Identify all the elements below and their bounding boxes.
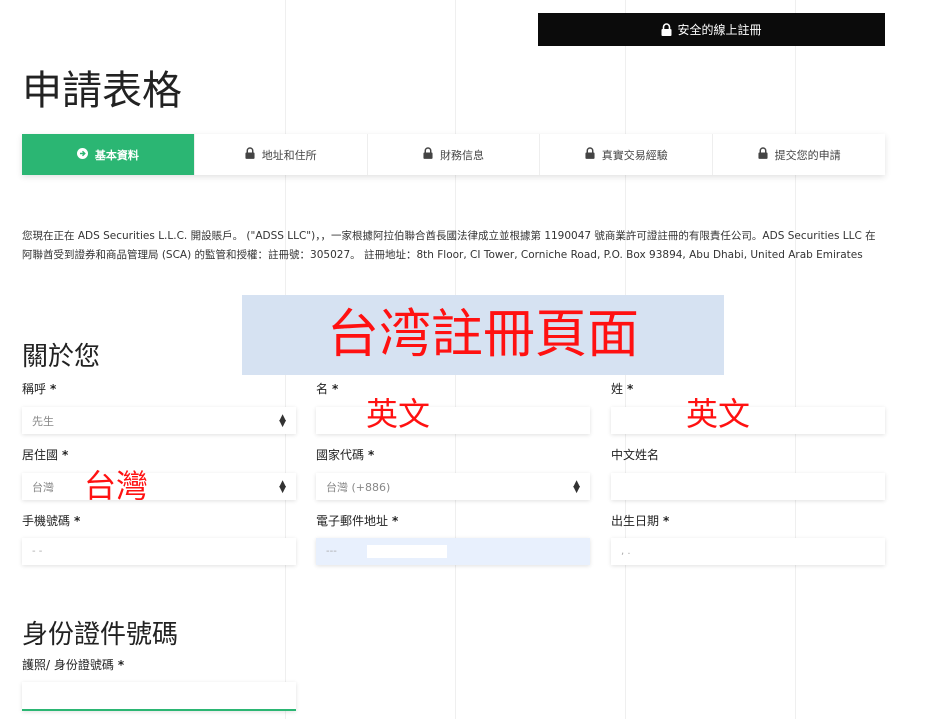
progress-steps: 基本資料 地址和住所 財務信息 真實交易經驗 提交您的申請 bbox=[22, 134, 885, 175]
chinese-name-label: 中文姓名 bbox=[611, 448, 660, 462]
redaction-mask bbox=[366, 545, 447, 558]
arrow-circle-icon bbox=[76, 147, 88, 162]
step-label: 基本資料 bbox=[94, 148, 139, 162]
step-label: 真實交易經驗 bbox=[601, 148, 668, 162]
company-disclosure-text: 您現在正在 ADS Securities L.L.C. 開設賬戶。 ("ADSS… bbox=[22, 230, 876, 261]
first-name-input[interactable] bbox=[316, 407, 590, 434]
country-annotation: 台灣 bbox=[84, 467, 149, 505]
gridline bbox=[795, 0, 796, 719]
dob-input[interactable]: , . bbox=[611, 538, 885, 565]
step-financial[interactable]: 財務信息 bbox=[368, 134, 541, 175]
lock-icon bbox=[245, 147, 255, 162]
lock-icon bbox=[423, 147, 433, 162]
step-address[interactable]: 地址和住所 bbox=[195, 134, 368, 175]
step-basic-info[interactable]: 基本資料 bbox=[22, 134, 195, 175]
select-arrows-icon: ▲ ▼ bbox=[279, 412, 286, 429]
lock-icon bbox=[585, 147, 595, 162]
last-name-annotation: 英文 bbox=[686, 395, 751, 433]
lock-icon bbox=[661, 23, 672, 36]
chinese-name-input[interactable] bbox=[611, 473, 885, 500]
select-arrows-icon: ▲ ▼ bbox=[279, 478, 286, 495]
dob-label: 出生日期 * bbox=[611, 514, 670, 528]
step-label: 提交您的申請 bbox=[774, 148, 841, 162]
passport-label: 護照/ 身份證號碼 * bbox=[22, 658, 125, 672]
first-name-annotation: 英文 bbox=[366, 395, 431, 433]
annotation-banner: 台湾註冊頁面 bbox=[242, 295, 724, 375]
lock-icon bbox=[758, 147, 768, 162]
last-name-label: 姓 * bbox=[611, 382, 634, 396]
step-submit[interactable]: 提交您的申請 bbox=[713, 134, 885, 175]
secure-registration-bar: 安全的線上註冊 bbox=[538, 13, 885, 46]
country-code-select[interactable]: 台灣 (+886) ▲ ▼ bbox=[316, 473, 590, 500]
page-title: 申請表格 bbox=[22, 68, 182, 114]
mobile-label: 手機號碼 * bbox=[22, 514, 81, 528]
first-name-label: 名 * bbox=[316, 382, 339, 396]
step-label: 財務信息 bbox=[439, 148, 484, 162]
section-heading-identity: 身份證件號碼 bbox=[22, 620, 179, 650]
select-arrows-icon: ▲ ▼ bbox=[573, 478, 580, 495]
country-label: 居住國 * bbox=[22, 448, 69, 462]
section-heading-about: 關於您 bbox=[22, 342, 101, 372]
title-select[interactable]: 先生 ▲ ▼ bbox=[22, 407, 296, 434]
step-trading-experience[interactable]: 真實交易經驗 bbox=[540, 134, 714, 175]
step-label: 地址和住所 bbox=[261, 148, 317, 162]
country-code-label: 國家代碼 * bbox=[316, 448, 375, 462]
passport-input[interactable] bbox=[22, 682, 296, 711]
country-select[interactable]: 台灣 ▲ ▼ bbox=[22, 473, 296, 500]
email-label: 電子郵件地址 * bbox=[316, 514, 399, 528]
email-input[interactable]: --- bbox=[316, 538, 590, 565]
title-label: 稱呼 * bbox=[22, 382, 57, 396]
mobile-input[interactable]: - - bbox=[22, 538, 296, 565]
secure-registration-label: 安全的線上註冊 bbox=[677, 23, 762, 37]
